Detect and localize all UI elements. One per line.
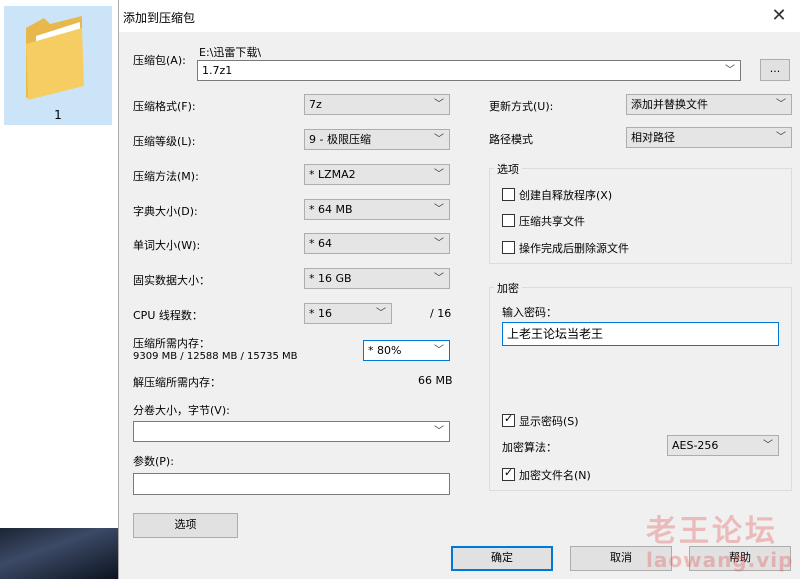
folder-icon xyxy=(26,16,84,100)
archive-name-combo[interactable]: 1.7z1 ﹀ xyxy=(197,60,741,81)
chevron-down-icon: ﹀ xyxy=(434,426,444,437)
archive-path: E:\迅雷下载\ xyxy=(199,46,262,59)
volume-size-label: 分卷大小，字节(V): xyxy=(133,404,230,417)
checkbox-icon xyxy=(502,188,515,201)
checkbox-icon xyxy=(502,214,515,227)
sfx-label: 创建自释放程序(X) xyxy=(519,189,613,202)
encryption-group-title: 加密 xyxy=(494,280,522,296)
browse-button[interactable]: ... xyxy=(760,59,790,81)
chevron-down-icon: ﹀ xyxy=(376,308,386,319)
delete-after-checkbox[interactable]: 操作完成后删除源文件 xyxy=(502,240,629,256)
path-mode-label: 路径模式 xyxy=(489,133,533,146)
show-password-label: 显示密码(S) xyxy=(519,415,579,428)
update-mode-select[interactable]: 添加并替换文件 ﹀ xyxy=(626,94,792,115)
checkbox-icon xyxy=(502,241,515,254)
memory-usage-select[interactable]: * 80% ﹀ xyxy=(363,340,450,361)
chevron-down-icon: ﹀ xyxy=(434,273,444,284)
dialog-title: 添加到压缩包 xyxy=(123,11,196,25)
watermark-title: 老王论坛 xyxy=(646,514,778,549)
cpu-threads-label: CPU 线程数： xyxy=(133,309,203,322)
sfx-checkbox[interactable]: 创建自释放程序(X) xyxy=(502,187,612,203)
encryption-method-select[interactable]: AES-256 ﹀ xyxy=(667,435,779,456)
solid-block-select[interactable]: * 16 GB ﹀ xyxy=(304,268,450,289)
method-select[interactable]: * LZMA2 ﹀ xyxy=(304,164,450,185)
dictionary-value: * 64 MB xyxy=(309,203,353,216)
checkbox-checked-icon xyxy=(502,412,515,427)
shared-files-label: 压缩共享文件 xyxy=(519,215,585,228)
shared-files-checkbox[interactable]: 压缩共享文件 xyxy=(502,213,585,229)
chevron-down-icon: ﹀ xyxy=(763,440,773,451)
chevron-down-icon: ﹀ xyxy=(434,169,444,180)
format-value: 7z xyxy=(309,98,322,111)
decompress-memory-label: 解压缩所需内存： xyxy=(133,376,221,389)
chevron-down-icon: ﹀ xyxy=(725,65,735,76)
path-mode-select[interactable]: 相对路径 ﹀ xyxy=(626,127,792,148)
chevron-down-icon: ﹀ xyxy=(434,134,444,145)
decompress-memory-value: 66 MB xyxy=(418,374,453,387)
checkbox-checked-icon xyxy=(502,466,515,481)
options-button[interactable]: 选项 xyxy=(133,513,238,538)
dictionary-select[interactable]: * 64 MB ﹀ xyxy=(304,199,450,220)
archive-label: 压缩包(A): xyxy=(133,54,186,67)
method-label: 压缩方法(M): xyxy=(133,170,199,183)
chevron-down-icon: ﹀ xyxy=(434,345,444,356)
background-image-strip xyxy=(0,528,118,579)
delete-after-label: 操作完成后删除源文件 xyxy=(519,242,629,255)
chevron-down-icon: ﹀ xyxy=(776,99,786,110)
format-select[interactable]: 7z ﹀ xyxy=(304,94,450,115)
watermark-url: laowang.vip xyxy=(646,548,794,572)
level-label: 压缩等级(L): xyxy=(133,135,196,148)
parameters-label: 参数(P): xyxy=(133,455,174,468)
update-mode-label: 更新方式(U): xyxy=(489,100,554,113)
chevron-down-icon: ﹀ xyxy=(434,99,444,110)
close-icon[interactable]: ✕ xyxy=(757,0,800,32)
word-size-label: 单词大小(W): xyxy=(133,239,201,252)
parameters-input[interactable] xyxy=(133,473,450,495)
level-select[interactable]: 9 - 极限压缩 ﹀ xyxy=(304,129,450,150)
chevron-down-icon: ﹀ xyxy=(434,204,444,215)
archive-name-value: 1.7z1 xyxy=(202,64,233,77)
ok-button[interactable]: 确定 xyxy=(451,546,553,571)
chevron-down-icon: ﹀ xyxy=(776,132,786,143)
cpu-threads-value: * 16 xyxy=(309,307,332,320)
desktop-icon-label: 1 xyxy=(54,108,62,122)
title-bar: 添加到压缩包 ✕ xyxy=(119,0,800,32)
encrypt-names-label: 加密文件名(N) xyxy=(519,469,591,482)
level-value: 9 - 极限压缩 xyxy=(309,133,371,146)
compress-memory-label: 压缩所需内存： xyxy=(133,337,210,350)
encrypt-names-checkbox[interactable]: 加密文件名(N) xyxy=(502,466,591,483)
password-label: 输入密码： xyxy=(502,306,557,319)
update-mode-value: 添加并替换文件 xyxy=(631,98,708,111)
chevron-down-icon: ﹀ xyxy=(434,238,444,249)
desktop: 1 xyxy=(0,0,118,579)
path-mode-value: 相对路径 xyxy=(631,131,675,144)
dictionary-label: 字典大小(D): xyxy=(133,205,198,218)
cpu-threads-total: / 16 xyxy=(430,307,452,320)
solid-block-label: 固实数据大小： xyxy=(133,274,210,287)
format-label: 压缩格式(F): xyxy=(133,100,196,113)
solid-block-value: * 16 GB xyxy=(309,272,352,285)
encryption-method-value: AES-256 xyxy=(672,439,719,452)
show-password-checkbox[interactable]: 显示密码(S) xyxy=(502,412,579,429)
method-value: * LZMA2 xyxy=(309,168,356,181)
volume-size-combo[interactable]: ﹀ xyxy=(133,421,450,442)
add-to-archive-dialog: 添加到压缩包 ✕ 压缩包(A): E:\迅雷下载\ 1.7z1 ﹀ ... 压缩… xyxy=(118,0,800,579)
encryption-method-label: 加密算法： xyxy=(502,441,557,454)
memory-usage-value: * 80% xyxy=(368,344,402,357)
word-size-select[interactable]: * 64 ﹀ xyxy=(304,233,450,254)
compress-memory-detail: 9309 MB / 12588 MB / 15735 MB xyxy=(133,351,298,362)
password-input[interactable]: 上老王论坛当老王 xyxy=(502,322,779,346)
word-size-value: * 64 xyxy=(309,237,332,250)
cpu-threads-select[interactable]: * 16 ﹀ xyxy=(304,303,392,324)
options-group-title: 选项 xyxy=(494,161,522,177)
